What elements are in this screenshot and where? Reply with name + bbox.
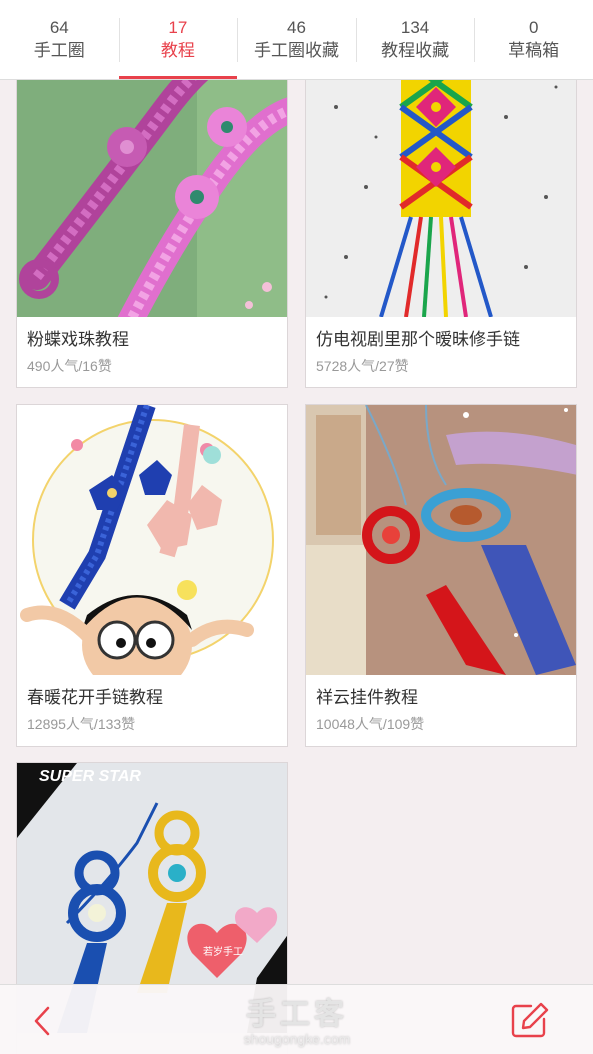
flower-bracelet-image xyxy=(17,405,287,675)
tassel-pendant-image xyxy=(306,405,576,675)
tab-label: 教程 xyxy=(160,41,195,60)
chevron-left-icon xyxy=(34,1006,50,1036)
edit-icon xyxy=(511,1002,549,1038)
tutorial-title: 粉蝶戏珠教程 xyxy=(27,330,129,349)
tutorial-thumbnail[interactable] xyxy=(17,47,287,317)
tab-label: 手工圈 xyxy=(33,41,85,60)
tab-handcraft-circle[interactable]: 64 手工圈 xyxy=(0,0,119,79)
tab-count: 46 xyxy=(287,18,306,37)
tab-tutorials[interactable]: 17 教程 xyxy=(118,0,238,79)
tutorial-stats: 12895人气/133赞 xyxy=(27,716,136,732)
site-watermark: 手工客 shougongke.com xyxy=(222,1000,372,1048)
tab-label: 草稿箱 xyxy=(508,41,560,60)
tutorial-title: 春暖花开手链教程 xyxy=(27,688,163,707)
tutorial-stats: 10048人气/109赞 xyxy=(316,716,425,732)
tutorial-title: 仿电视剧里那个暧昧修手链 xyxy=(316,330,520,349)
tutorial-thumbnail[interactable] xyxy=(306,405,576,675)
watermark-domain: shougongke.com xyxy=(243,1031,351,1047)
tab-count: 134 xyxy=(400,18,430,37)
tutorial-card[interactable]: 春暖花开手链教程 12895人气/133赞 xyxy=(16,404,288,747)
edit-button[interactable] xyxy=(510,1001,550,1039)
tutorial-title: 祥云挂件教程 xyxy=(316,688,418,707)
tab-drafts[interactable]: 0 草稿箱 xyxy=(474,0,593,79)
tab-count: 17 xyxy=(168,18,188,37)
tutorial-thumbnail[interactable] xyxy=(306,47,576,317)
back-button[interactable] xyxy=(24,1003,60,1039)
tutorial-card[interactable]: 粉蝶戏珠教程 490人气/16赞 xyxy=(16,46,288,388)
tutorial-stats: 490人气/16赞 xyxy=(27,358,112,374)
tutorial-stats: 5728人气/27赞 xyxy=(316,358,409,374)
tutorial-card[interactable]: 仿电视剧里那个暧昧修手链 5728人气/27赞 xyxy=(305,46,577,388)
tab-label: 手工圈收藏 xyxy=(253,41,339,60)
watermark-brand: 手工客 xyxy=(246,998,348,1031)
pink-bracelet-image xyxy=(17,47,287,317)
tab-count: 0 xyxy=(528,18,539,37)
super-star-label: SUPER STAR xyxy=(39,768,141,785)
rainbow-bracelet-image xyxy=(306,47,576,317)
tab-bar: 64 手工圈 17 教程 46 手工圈收藏 134 教程收藏 0 草稿箱 xyxy=(0,0,593,80)
tutorial-card[interactable]: 祥云挂件教程 10048人气/109赞 xyxy=(305,404,577,747)
tab-count: 64 xyxy=(49,18,69,37)
tutorial-thumbnail[interactable] xyxy=(17,405,287,675)
tab-tutorial-favorites[interactable]: 134 教程收藏 xyxy=(355,0,475,79)
tab-circle-favorites[interactable]: 46 手工圈收藏 xyxy=(237,0,356,79)
stamp-label: 若岁手工 xyxy=(203,945,243,958)
tab-label: 教程收藏 xyxy=(381,41,450,60)
